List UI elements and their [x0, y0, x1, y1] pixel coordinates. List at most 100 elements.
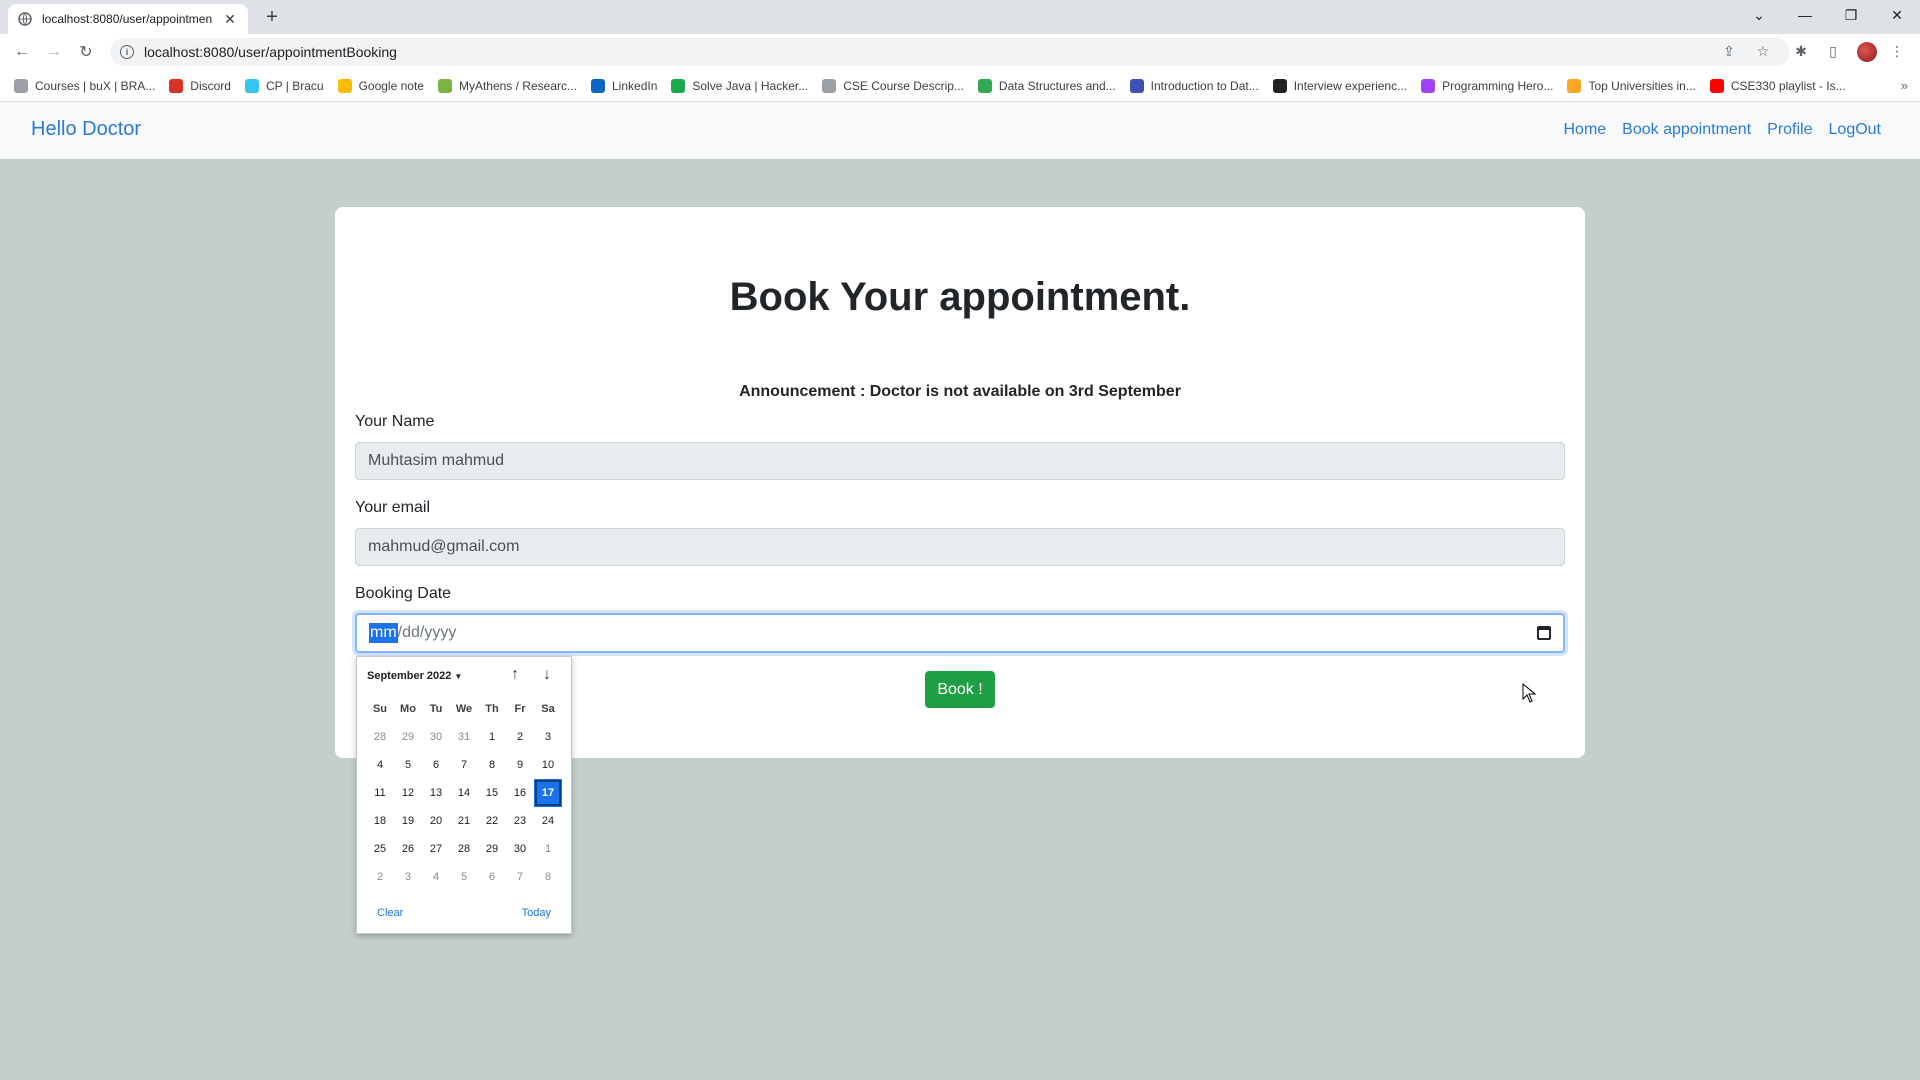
nav-book-appointment-link[interactable]: Book appointment — [1622, 121, 1751, 139]
next-month-arrow-down-icon[interactable]: ↓ — [537, 665, 557, 685]
month-year-selector[interactable]: September 2022 ▼ — [367, 670, 462, 682]
calendar-day[interactable]: 1 — [478, 723, 506, 751]
booking-date-input[interactable]: mm/dd/yyyy — [355, 613, 1565, 653]
calendar-day[interactable]: 7 — [450, 751, 478, 779]
bookmark-item[interactable]: Interview experienc... — [1272, 78, 1407, 93]
calendar-day[interactable]: 2 — [506, 723, 534, 751]
booking-date-label: Booking Date — [355, 585, 452, 602]
nav-profile-link[interactable]: Profile — [1767, 121, 1812, 139]
bookmark-item[interactable]: CP | Bracu — [244, 78, 324, 93]
bookmark-item[interactable]: CSE330 playlist - Is... — [1709, 78, 1846, 93]
calendar-day[interactable]: 6 — [478, 863, 506, 891]
menu-dots-icon[interactable]: ⋮ — [1886, 40, 1908, 62]
bookmark-item[interactable]: Top Universities in... — [1567, 78, 1696, 93]
calendar-day[interactable]: 22 — [478, 807, 506, 835]
reload-icon[interactable]: ↻ — [74, 40, 98, 64]
browser-tab[interactable]: localhost:8080/user/appointmen ✕ — [8, 4, 248, 34]
calendar-day[interactable]: 21 — [450, 807, 478, 835]
clear-date-button[interactable]: Clear — [377, 907, 403, 919]
calendar-day[interactable]: 5 — [450, 863, 478, 891]
calendar-day[interactable]: 3 — [534, 723, 562, 751]
keep-icon — [337, 78, 352, 93]
cse-icon — [822, 78, 837, 93]
email-field[interactable]: mahmud@gmail.com — [355, 528, 1565, 566]
more-bookmarks-icon[interactable]: » — [1901, 78, 1908, 93]
calendar-day[interactable]: 4 — [422, 863, 450, 891]
calendar-day[interactable]: 24 — [534, 807, 562, 835]
date-rest-segment[interactable]: /dd/yyyy — [398, 624, 457, 642]
calendar-day[interactable]: 8 — [534, 863, 562, 891]
bookmark-item[interactable]: Programming Hero... — [1421, 78, 1553, 93]
book-button[interactable]: Book ! — [925, 671, 995, 708]
calendar-icon[interactable] — [1537, 626, 1551, 640]
share-icon[interactable]: ⇪ — [1718, 40, 1740, 62]
new-tab-icon[interactable]: + — [260, 5, 284, 29]
calendar-day[interactable]: 20 — [422, 807, 450, 835]
tab-search-icon[interactable]: ⌄ — [1736, 0, 1782, 30]
window-close-icon[interactable]: ✕ — [1874, 0, 1920, 30]
forward-icon[interactable]: → — [42, 40, 66, 64]
calendar-day[interactable]: 5 — [394, 751, 422, 779]
weekday-header: We — [455, 703, 473, 715]
calendar-day[interactable]: 4 — [366, 751, 394, 779]
weekday-header: Tu — [429, 703, 443, 715]
calendar-day[interactable]: 28 — [450, 835, 478, 863]
calendar-day[interactable]: 8 — [478, 751, 506, 779]
side-panel-icon[interactable]: ▯ — [1822, 40, 1844, 62]
calendar-day[interactable]: 1 — [534, 835, 562, 863]
calendar-day[interactable]: 30 — [506, 835, 534, 863]
calendar-day[interactable]: 13 — [422, 779, 450, 807]
bookmark-item[interactable]: Courses | buX | BRA... — [14, 78, 155, 93]
bookmark-item[interactable]: LinkedIn — [591, 78, 657, 93]
prev-month-arrow-up-icon[interactable]: ↑ — [505, 665, 525, 685]
restore-icon[interactable]: ❐ — [1828, 0, 1874, 30]
nav-logout-link[interactable]: LogOut — [1829, 121, 1881, 139]
calendar-day[interactable]: 10 — [534, 751, 562, 779]
bookmark-item[interactable]: Introduction to Dat... — [1129, 78, 1259, 93]
calendar-day[interactable]: 29 — [478, 835, 506, 863]
bookmark-item[interactable]: MyAthens / Researc... — [437, 78, 577, 93]
nav-home-link[interactable]: Home — [1563, 121, 1606, 139]
close-tab-icon[interactable]: ✕ — [222, 11, 238, 27]
calendar-day[interactable]: 23 — [506, 807, 534, 835]
bookmark-star-icon[interactable]: ☆ — [1752, 40, 1774, 62]
calendar-grid: Su Mo Tu We Th Fr Sa 28 29 30 31 1 2 3 4 5 6 7 8 9 10 11 12 13 1… — [366, 695, 564, 891]
calendar-day[interactable]: 11 — [366, 779, 394, 807]
calendar-day[interactable]: 27 — [422, 835, 450, 863]
calendar-day[interactable]: 16 — [506, 779, 534, 807]
calendar-day[interactable]: 26 — [394, 835, 422, 863]
calendar-day[interactable]: 18 — [366, 807, 394, 835]
calendar-day[interactable]: 14 — [450, 779, 478, 807]
calendar-day[interactable]: 17 — [534, 779, 562, 807]
calendar-day[interactable]: 25 — [366, 835, 394, 863]
minimize-icon[interactable]: — — [1782, 0, 1828, 30]
app-navbar: Hello Doctor Home Book appointment Profi… — [0, 102, 1920, 159]
calendar-day[interactable]: 3 — [394, 863, 422, 891]
extensions-icon[interactable]: ✱ — [1790, 40, 1812, 62]
bookmark-item[interactable]: Google note — [337, 78, 424, 93]
bookmark-label: MyAthens / Researc... — [458, 78, 577, 93]
calendar-day[interactable]: 29 — [394, 723, 422, 751]
calendar-day[interactable]: 15 — [478, 779, 506, 807]
calendar-day[interactable]: 28 — [366, 723, 394, 751]
today-button[interactable]: Today — [522, 907, 551, 919]
calendar-day[interactable]: 19 — [394, 807, 422, 835]
calendar-day[interactable]: 12 — [394, 779, 422, 807]
site-info-icon[interactable]: i — [120, 45, 134, 59]
calendar-day[interactable]: 31 — [450, 723, 478, 751]
bookmark-item[interactable]: Data Structures and... — [977, 78, 1116, 93]
profile-avatar[interactable] — [1857, 42, 1877, 62]
brand-link[interactable]: Hello Doctor — [31, 118, 141, 141]
calendar-day[interactable]: 2 — [366, 863, 394, 891]
date-month-segment[interactable]: mm — [369, 623, 398, 643]
calendar-day[interactable]: 6 — [422, 751, 450, 779]
bookmark-item[interactable]: CSE Course Descrip... — [822, 78, 964, 93]
address-bar[interactable]: i localhost:8080/user/appointmentBooking — [110, 38, 1790, 66]
bookmark-item[interactable]: Solve Java | Hacker... — [671, 78, 808, 93]
back-icon[interactable]: ← — [10, 40, 34, 64]
calendar-day[interactable]: 9 — [506, 751, 534, 779]
bookmark-item[interactable]: Discord — [169, 78, 231, 93]
calendar-day[interactable]: 30 — [422, 723, 450, 751]
calendar-day[interactable]: 7 — [506, 863, 534, 891]
name-field[interactable]: Muhtasim mahmud — [355, 442, 1565, 480]
